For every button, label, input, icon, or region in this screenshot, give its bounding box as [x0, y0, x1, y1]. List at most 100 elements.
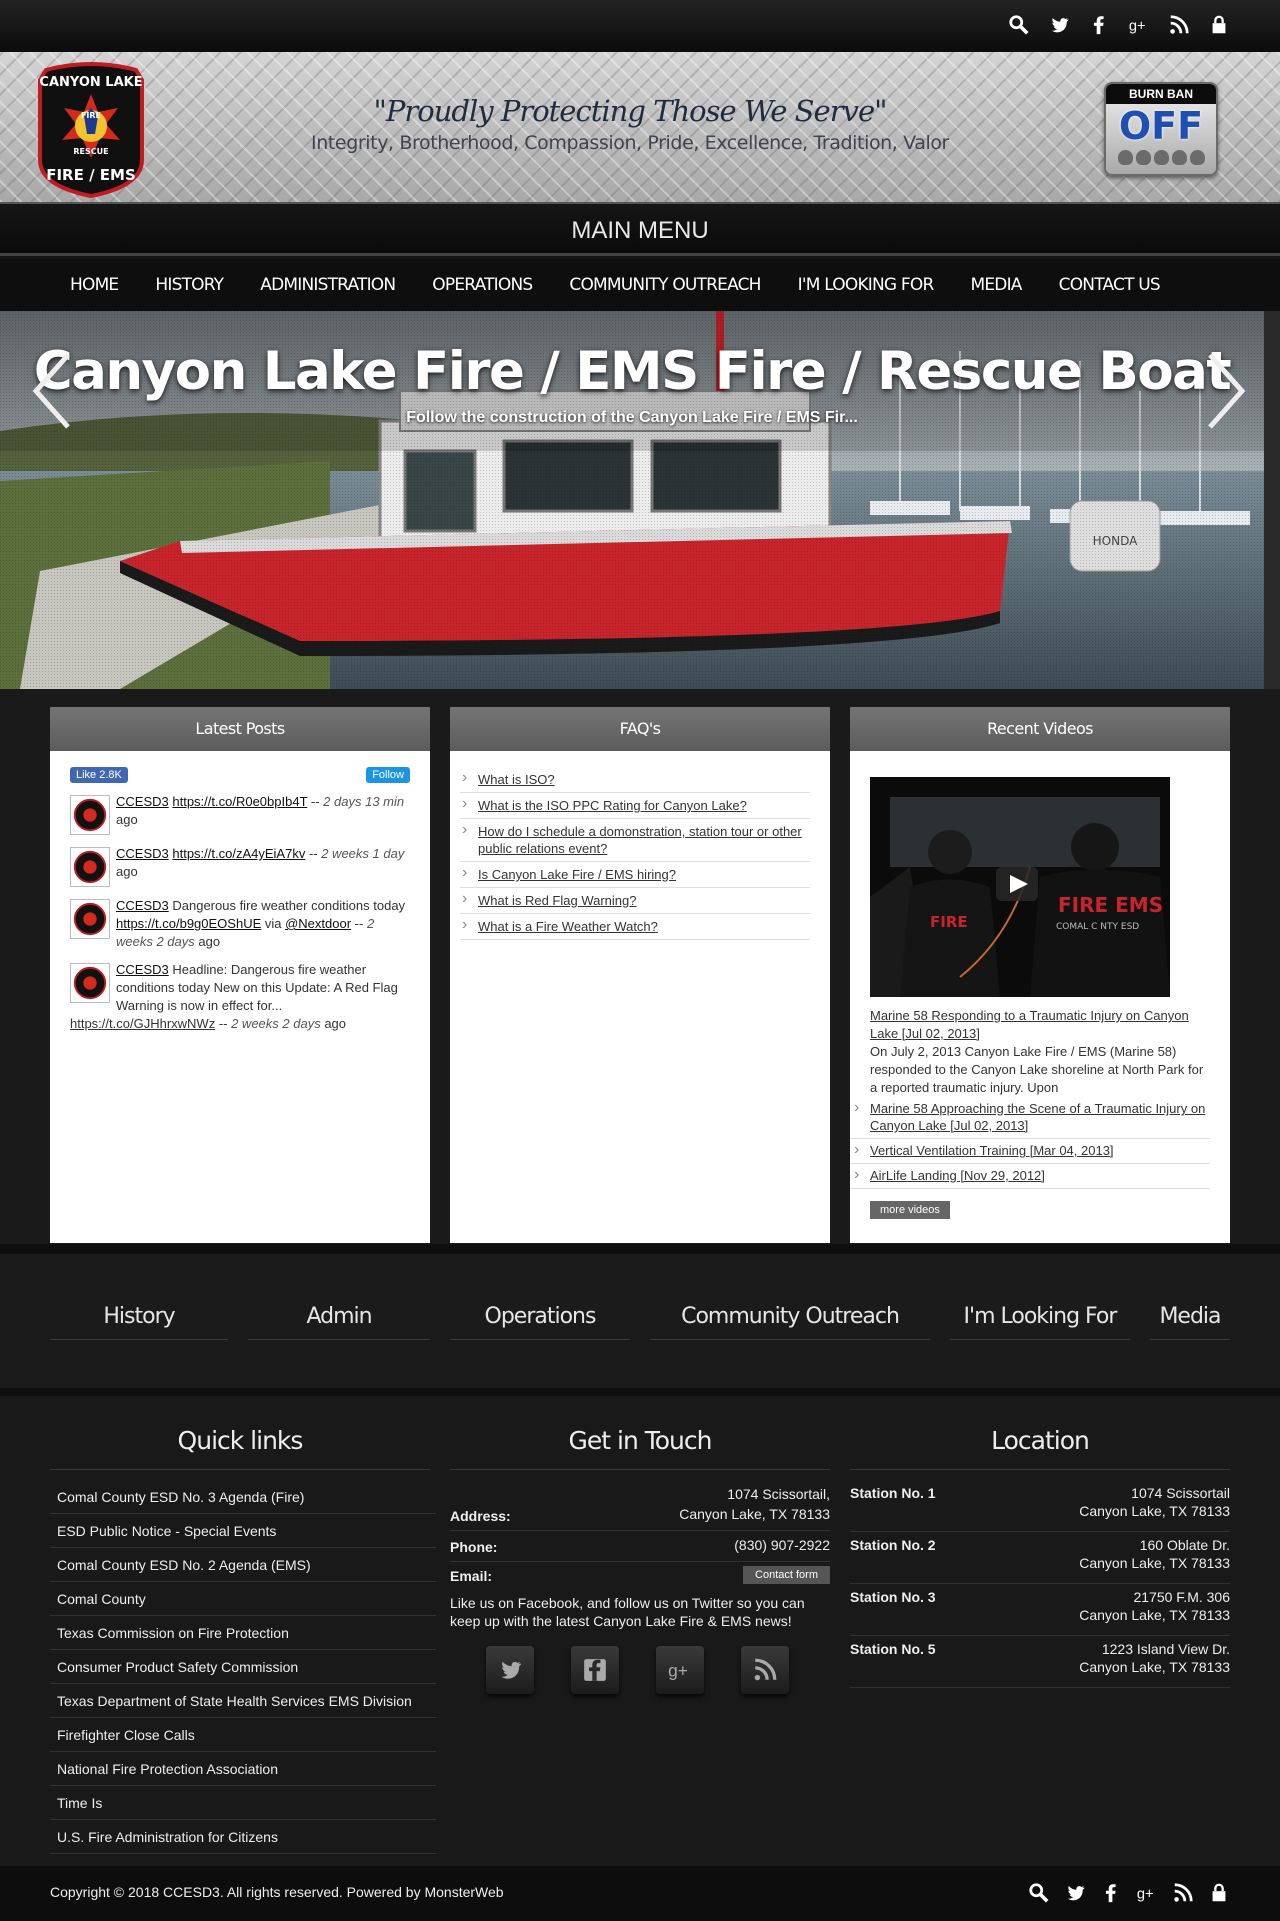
featured-video-title[interactable]: Marine 58 Responding to a Traumatic Inju…: [870, 1008, 1189, 1041]
address-label: Address:: [450, 1508, 511, 1524]
quick-link[interactable]: Comal County ESD No. 2 Agenda (EMS): [50, 1548, 436, 1582]
tweet-via[interactable]: @Nextdoor: [285, 916, 351, 931]
station-row: Station No. 2 160 Oblate Dr. Canyon Lake,…: [850, 1532, 1230, 1584]
google-plus-icon[interactable]: g+: [1136, 1882, 1158, 1904]
phone-number[interactable]: (830) 907-2922: [734, 1535, 830, 1555]
content-panels: Latest Posts Like 2.8K Follow CCESD3 htt…: [0, 689, 1280, 1254]
tweet-link[interactable]: https://t.co/b9g0EOShUE: [116, 916, 261, 931]
search-icon[interactable]: [1028, 1882, 1050, 1904]
twitter-icon[interactable]: [1048, 14, 1070, 36]
ccesd3-avatar[interactable]: [70, 899, 110, 939]
nav-community-outreach[interactable]: COMMUNITY OUTREACH: [569, 275, 779, 295]
quick-link[interactable]: Consumer Product Safety Commission: [50, 1650, 436, 1684]
google-plus-icon[interactable]: g+: [1128, 14, 1150, 36]
quick-link[interactable]: Texas Commission on Fire Protection: [50, 1616, 436, 1650]
lock-icon[interactable]: [1208, 14, 1230, 36]
google-plus-icon[interactable]: g+: [656, 1646, 704, 1694]
recent-videos-panel: Recent Videos FIRE FIRE EMS COMAL C NTY …: [850, 707, 1230, 1243]
tweet-link[interactable]: https://t.co/zA4yEiA7kv: [172, 846, 305, 861]
faq-item[interactable]: What is Red Flag Warning?: [460, 888, 810, 914]
quick-link[interactable]: Firefighter Close Calls: [50, 1718, 436, 1752]
more-videos-button[interactable]: more videos: [870, 1201, 950, 1219]
quick-link[interactable]: U.S. Fire Administration for Citizens: [50, 1820, 436, 1854]
twitter-icon[interactable]: [486, 1646, 534, 1694]
tweet-separator: --: [307, 794, 324, 809]
nav-home[interactable]: HOME: [70, 275, 137, 295]
twitter-icon[interactable]: [1064, 1882, 1086, 1904]
nav-history[interactable]: HISTORY: [155, 275, 242, 295]
faq-item[interactable]: What is the ISO PPC Rating for Canyon La…: [460, 793, 810, 819]
nav-administration[interactable]: ADMINISTRATION: [260, 275, 414, 295]
search-icon[interactable]: [1008, 14, 1030, 36]
tweet-user[interactable]: CCESD3: [116, 898, 169, 913]
faq-item[interactable]: What is ISO?: [460, 767, 810, 793]
tweet-ago: ago: [194, 934, 221, 949]
quick-link[interactable]: Comal County: [50, 1582, 436, 1616]
quicknav-history[interactable]: History: [50, 1304, 228, 1340]
nav-media[interactable]: MEDIA: [970, 275, 1040, 295]
main-menu-title[interactable]: MAIN MENU: [0, 206, 1280, 256]
faq-item[interactable]: What is a Fire Weather Watch?: [460, 914, 810, 940]
faq-item[interactable]: Is Canyon Lake Fire / EMS hiring?: [460, 862, 810, 888]
rss-icon[interactable]: [1168, 14, 1190, 36]
rss-icon[interactable]: [741, 1646, 789, 1694]
nav-operations[interactable]: OPERATIONS: [432, 275, 551, 295]
tweet-item: CCESD3 Dangerous fire weather conditions…: [50, 897, 430, 951]
canyon-lake-logo[interactable]: CANYON LAKE FIRE RESCUE FIRE / EMS: [32, 60, 150, 199]
tweet-time[interactable]: 2 weeks 2 days: [231, 1016, 321, 1031]
tweet-time[interactable]: 2 weeks 1 day: [321, 846, 404, 861]
logo-line2: FIRE / EMS: [46, 166, 136, 184]
hero-slider[interactable]: HONDA Canyon Lake Fire / EMS Fire / Resc…: [0, 311, 1264, 689]
ccesd3-avatar[interactable]: [70, 847, 110, 887]
slider-scrollbar[interactable]: [1264, 311, 1280, 689]
quicknav-operations[interactable]: Operations: [450, 1304, 630, 1340]
video-shirt-text: FIRE EMS: [1058, 893, 1163, 917]
slider-next-arrow-icon[interactable]: [1190, 351, 1250, 431]
slider-prev-arrow-icon[interactable]: [28, 351, 88, 431]
phone-label: Phone:: [450, 1539, 498, 1555]
quick-link[interactable]: Comal County ESD No. 3 Agenda (Fire): [50, 1480, 436, 1514]
featured-video-thumbnail[interactable]: FIRE FIRE EMS COMAL C NTY ESD: [870, 777, 1170, 997]
get-in-touch: Address: 1074 Scissortail, Canyon Lake, T…: [450, 1480, 830, 1694]
rss-icon[interactable]: [1172, 1882, 1194, 1904]
quicknav-community-outreach[interactable]: Community Outreach: [650, 1304, 930, 1340]
slide-subtitle[interactable]: Follow the construction of the Canyon La…: [0, 409, 1264, 427]
video-list-item[interactable]: AirLife Landing [Nov 29, 2012]: [850, 1164, 1210, 1189]
quick-link[interactable]: National Fire Protection Association: [50, 1752, 436, 1786]
twitter-follow-button[interactable]: Follow: [366, 767, 410, 783]
nav-contact-us[interactable]: CONTACT US: [1059, 275, 1179, 295]
facebook-icon[interactable]: [571, 1646, 619, 1694]
tweet-time[interactable]: 2 days 13 min: [323, 794, 404, 809]
faq-item[interactable]: How do I schedule a domonstration, stati…: [460, 819, 810, 862]
video-list-item[interactable]: Marine 58 Approaching the Scene of a Tra…: [850, 1097, 1210, 1139]
quicknav-admin[interactable]: Admin: [248, 1304, 430, 1340]
ccesd3-avatar[interactable]: [70, 795, 110, 835]
station-address-line1: 1074 Scissortail: [1131, 1485, 1230, 1501]
quicknav-media[interactable]: Media: [1150, 1304, 1230, 1340]
nav-looking-for[interactable]: I'M LOOKING FOR: [798, 275, 953, 295]
contact-form-button[interactable]: Contact form: [743, 1566, 830, 1584]
quick-link[interactable]: ESD Public Notice - Special Events: [50, 1514, 436, 1548]
facebook-icon[interactable]: [1088, 14, 1110, 36]
station-address-line1: 160 Oblate Dr.: [1139, 1537, 1230, 1553]
tweet-user[interactable]: CCESD3: [116, 962, 169, 977]
tweet-separator: --: [215, 1016, 232, 1031]
video-list-item[interactable]: Vertical Ventilation Training [Mar 04, 2…: [850, 1139, 1210, 1164]
tweet-ago: ago: [116, 812, 138, 827]
slide-title[interactable]: Canyon Lake Fire / EMS Fire / Rescue Boa…: [0, 341, 1264, 402]
quick-link[interactable]: Texas Department of State Health Service…: [50, 1684, 436, 1718]
tweet-after: via: [261, 916, 286, 931]
facebook-icon[interactable]: [1100, 1882, 1122, 1904]
facebook-like-button[interactable]: Like 2.8K: [70, 767, 128, 783]
tweet-user[interactable]: CCESD3: [116, 846, 169, 861]
quick-link[interactable]: Time Is: [50, 1786, 436, 1820]
quicknav-looking-for[interactable]: I'm Looking For: [950, 1304, 1130, 1340]
main-nav: HOME HISTORY ADMINISTRATION OPERATIONS C…: [0, 259, 1280, 311]
tweet-link[interactable]: https://t.co/R0e0bpIb4T: [172, 794, 307, 809]
tweet-link[interactable]: https://t.co/GJHhrxwNWz: [70, 1016, 215, 1031]
station-address-line2: Canyon Lake, TX 78133: [1079, 1659, 1230, 1675]
flame-icons: [1106, 150, 1216, 165]
lock-icon[interactable]: [1208, 1882, 1230, 1904]
tweet-user[interactable]: CCESD3: [116, 794, 169, 809]
ccesd3-avatar[interactable]: [70, 963, 110, 1003]
